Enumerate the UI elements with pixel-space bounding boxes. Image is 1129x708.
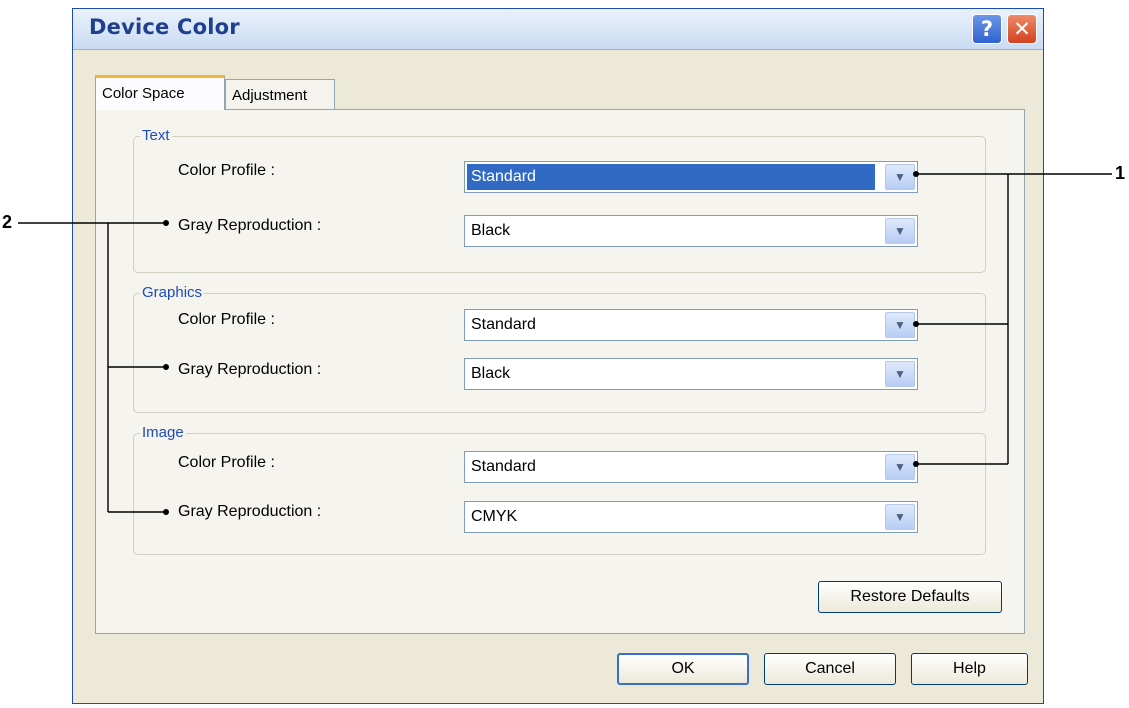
callout-number-1: 1: [1115, 163, 1126, 183]
tab-color-space[interactable]: Color Space: [95, 75, 225, 110]
callout-number-2: 2: [2, 212, 13, 232]
